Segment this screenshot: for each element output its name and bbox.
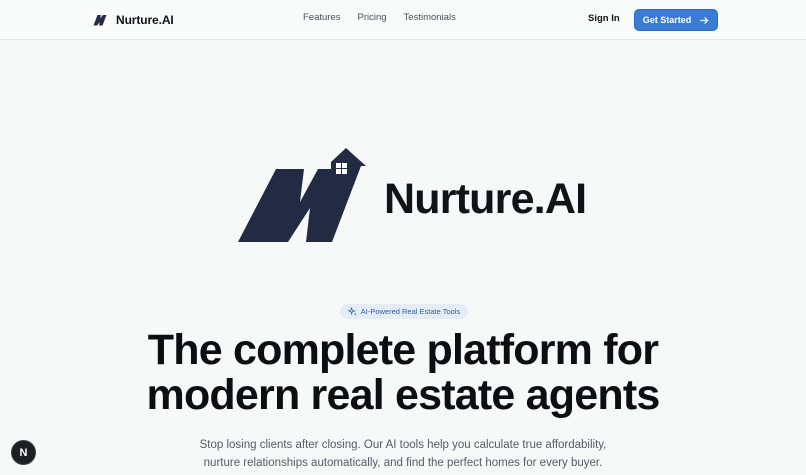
arrow-right-icon bbox=[700, 16, 709, 24]
floating-n-button[interactable]: N bbox=[11, 440, 36, 465]
headline-line-2: modern real estate agents bbox=[146, 371, 661, 419]
hero-logo: Nurture.AI bbox=[236, 144, 616, 246]
nav-link-pricing[interactable]: Pricing bbox=[358, 12, 387, 23]
headline-line-1: The complete platform for bbox=[147, 326, 659, 374]
nurture-house-logo-icon bbox=[238, 148, 366, 242]
top-navigation-bar: Nurture.AI Features Pricing Testimonials… bbox=[0, 0, 806, 40]
main-nav: Features Pricing Testimonials bbox=[303, 12, 456, 23]
brand-logo-link[interactable]: Nurture.AI bbox=[90, 10, 174, 30]
hero-subtext: Stop losing clients after closing. Our A… bbox=[0, 436, 806, 472]
nav-link-features[interactable]: Features bbox=[303, 12, 341, 23]
sparkle-icon bbox=[347, 307, 357, 316]
subtext-line-2: nurture relationships automatically, and… bbox=[203, 457, 603, 469]
get-started-label: Get Started bbox=[642, 15, 692, 25]
nav-link-testimonials[interactable]: Testimonials bbox=[404, 12, 456, 23]
brand-name: Nurture.AI bbox=[116, 13, 174, 27]
hero-headline: The complete platform for modern real es… bbox=[0, 328, 806, 418]
subtext-line-1: Stop losing clients after closing. Our A… bbox=[199, 439, 607, 451]
nurture-logo-icon bbox=[90, 10, 110, 30]
floating-button-label: N bbox=[19, 446, 28, 459]
get-started-button[interactable]: Get Started bbox=[634, 9, 718, 31]
hero-logo-text: Nurture.AI bbox=[384, 175, 587, 223]
ai-tools-badge: AI-Powered Real Estate Tools bbox=[340, 304, 468, 319]
sign-in-link[interactable]: Sign In bbox=[588, 13, 620, 24]
badge-label: AI-Powered Real Estate Tools bbox=[360, 307, 461, 316]
